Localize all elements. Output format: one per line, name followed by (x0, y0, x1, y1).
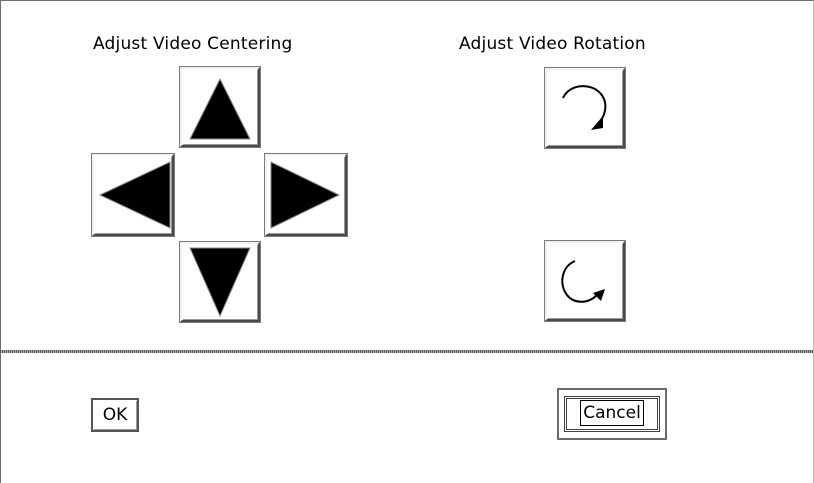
rotate-counterclockwise-icon (561, 260, 605, 303)
centering-heading: Adjust Video Centering (93, 34, 293, 54)
cancel-button-frame: Cancel (557, 388, 667, 440)
rotate-clockwise-button[interactable] (544, 67, 626, 149)
move-right-button[interactable] (264, 153, 348, 237)
cancel-button[interactable]: Cancel (564, 396, 660, 432)
arrow-up-icon (189, 77, 251, 140)
ok-button[interactable]: OK (91, 398, 139, 432)
move-up-button[interactable] (179, 66, 261, 148)
arrow-right-icon (270, 161, 341, 229)
cancel-button-label: Cancel (580, 400, 644, 426)
move-down-button[interactable] (179, 241, 261, 323)
move-left-button[interactable] (91, 153, 175, 237)
rotate-counterclockwise-button[interactable] (544, 240, 626, 322)
rotate-clockwise-icon (562, 85, 607, 130)
arrow-down-icon (189, 247, 251, 318)
section-divider (0, 350, 814, 353)
rotation-heading: Adjust Video Rotation (459, 34, 646, 54)
arrow-left-icon (98, 161, 171, 229)
